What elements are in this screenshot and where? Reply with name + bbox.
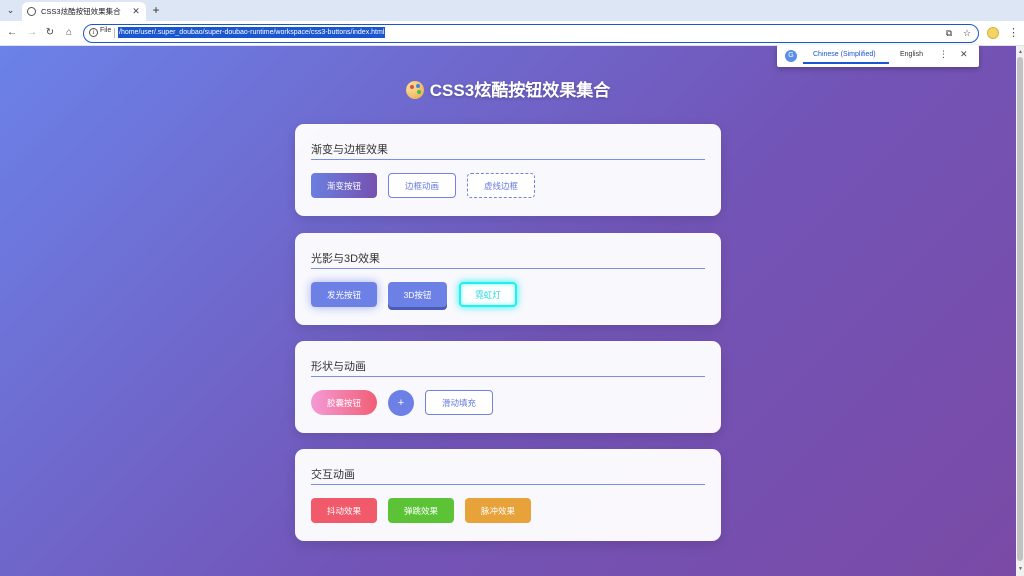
info-icon[interactable]: i [89,28,98,37]
neon-button[interactable]: 霓虹灯 [459,282,517,307]
url-divider [114,28,115,38]
home-icon[interactable]: ⌂ [62,26,76,40]
border-animation-button[interactable]: 边框动画 [388,173,456,198]
section-interaction: 交互动画 抖动效果 弹跳效果 脉冲效果 [295,449,721,541]
address-bar[interactable]: i File /home/user/.super_doubao/super-do… [83,24,979,43]
active-language-underline [803,62,889,64]
forward-arrow-icon[interactable]: → [25,26,39,40]
more-options-icon[interactable]: ⋮ [939,49,948,60]
tab-close-icon[interactable]: ✕ [131,6,141,17]
browser-tab[interactable]: CSS3炫酷按钮效果集合 ✕ [22,2,146,21]
section-light-3d: 光影与3D效果 发光按钮 3D按钮 霓虹灯 [295,233,721,325]
section-title: 形状与动画 [311,358,705,377]
menu-icon[interactable]: ⋮ [1008,26,1019,40]
scrollbar-thumb[interactable] [1017,57,1023,561]
section-shape-animation: 形状与动画 胶囊按钮 + 滑动填充 [295,341,721,433]
gradient-button[interactable]: 渐变按钮 [311,173,377,198]
section-title: 光影与3D效果 [311,250,705,269]
extension-icon[interactable] [987,27,999,39]
scroll-down-icon[interactable]: ▼ [1018,566,1023,572]
pill-button[interactable]: 胶囊按钮 [311,390,377,415]
slide-fill-button[interactable]: 滑动填充 [425,390,493,415]
dashed-border-button[interactable]: 虚线边框 [467,173,535,198]
google-translate-icon: G [785,50,797,62]
3d-button[interactable]: 3D按钮 [388,282,447,307]
scheme-label: File [100,27,112,34]
target-language-tab[interactable]: English [900,51,923,58]
section-title: 交互动画 [311,466,705,485]
shake-button[interactable]: 抖动效果 [311,498,377,523]
pulse-button[interactable]: 脉冲效果 [465,498,531,523]
tab-title: CSS3炫酷按钮效果集合 [41,7,121,16]
new-tab-button[interactable]: + [150,3,162,17]
circle-plus-button[interactable]: + [388,390,414,416]
translate-icon[interactable]: ⧉ [943,27,955,39]
page-title-text: CSS3炫酷按钮效果集合 [429,81,611,100]
close-icon[interactable]: ✕ [960,49,968,60]
url-text[interactable]: /home/user/.super_doubao/super-doubao-ru… [118,27,386,38]
tab-search-chevron-icon[interactable]: ⌄ [4,4,17,17]
back-arrow-icon[interactable]: ← [5,26,19,40]
page-title: CSS3炫酷按钮效果集合 [0,76,1016,101]
bounce-button[interactable]: 弹跳效果 [388,498,454,523]
browser-toolbar: ← → ↻ ⌂ i File /home/user/.super_doubao/… [0,21,1024,46]
reload-icon[interactable]: ↻ [43,26,57,40]
section-title: 渐变与边框效果 [311,141,705,160]
glow-button[interactable]: 发光按钮 [311,282,377,307]
tab-strip: ⌄ CSS3炫酷按钮效果集合 ✕ + [0,0,1024,21]
globe-icon [27,7,36,16]
scroll-up-icon[interactable]: ▲ [1018,49,1023,55]
palette-icon [405,81,424,99]
star-icon[interactable]: ☆ [961,27,973,39]
source-language-tab[interactable]: Chinese (Simplified) [813,51,876,58]
page-content: CSS3炫酷按钮效果集合 渐变与边框效果 渐变按钮 边框动画 虚线边框 光影与3… [0,46,1016,576]
section-gradient-border: 渐变与边框效果 渐变按钮 边框动画 虚线边框 [295,124,721,216]
